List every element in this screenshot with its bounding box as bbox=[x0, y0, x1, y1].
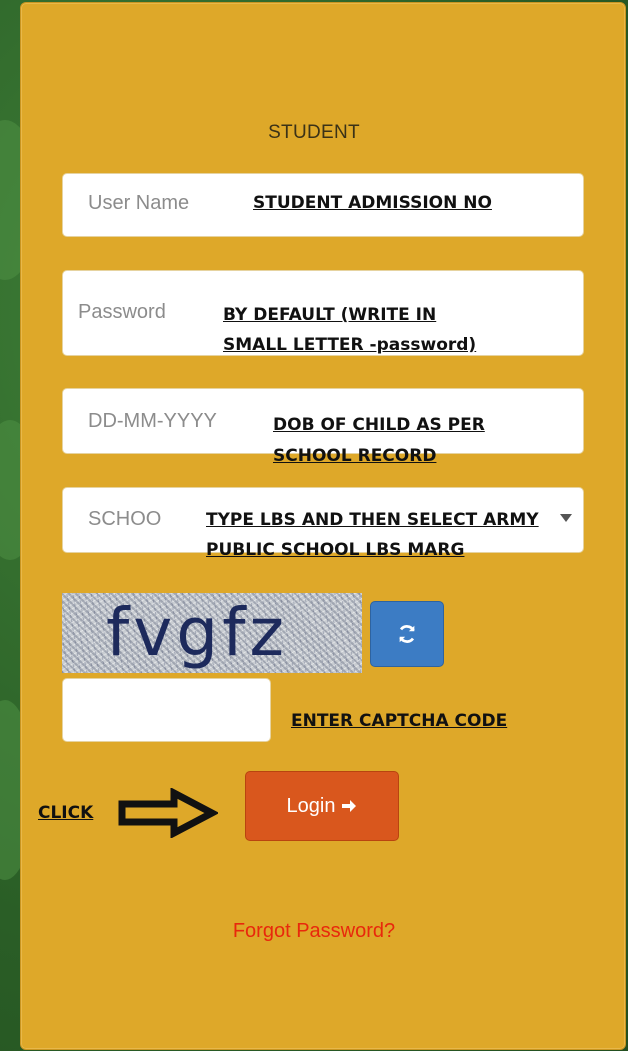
forgot-password-link[interactable]: Forgot Password? bbox=[0, 920, 628, 943]
captcha-input[interactable] bbox=[62, 678, 271, 742]
arrow-right-icon bbox=[342, 800, 357, 812]
dropdown-caret-icon bbox=[560, 514, 572, 522]
refresh-icon bbox=[399, 625, 415, 643]
school-note-line2: PUBLIC SCHOOL LBS MARG bbox=[206, 540, 465, 560]
refresh-captcha-button[interactable] bbox=[370, 601, 444, 667]
password-placeholder: Password bbox=[78, 301, 166, 323]
school-placeholder: SCHOO bbox=[88, 508, 162, 530]
username-placeholder: User Name bbox=[88, 192, 190, 214]
username-note: STUDENT ADMISSION NO bbox=[253, 193, 492, 213]
captcha-image: fvgfz bbox=[62, 593, 362, 673]
login-label: Login bbox=[286, 794, 336, 817]
password-note-line1: BY DEFAULT (WRITE IN bbox=[223, 305, 437, 325]
school-note-line1: TYPE LBS AND THEN SELECT ARMY bbox=[206, 510, 539, 530]
click-note: CLICK bbox=[38, 803, 94, 823]
dob-note-line1: DOB OF CHILD AS PER bbox=[273, 415, 485, 435]
captcha-note: ENTER CAPTCHA CODE bbox=[291, 711, 508, 731]
login-button[interactable]: Login bbox=[245, 771, 399, 841]
form-title: STUDENT bbox=[268, 122, 360, 143]
captcha-text: fvgfz bbox=[106, 594, 289, 671]
hollow-arrow-right-icon bbox=[118, 788, 218, 838]
password-note-line2: SMALL LETTER -password) bbox=[223, 335, 477, 355]
dob-placeholder: DD-MM-YYYY bbox=[88, 410, 217, 432]
dob-note-line2: SCHOOL RECORD bbox=[273, 446, 437, 466]
